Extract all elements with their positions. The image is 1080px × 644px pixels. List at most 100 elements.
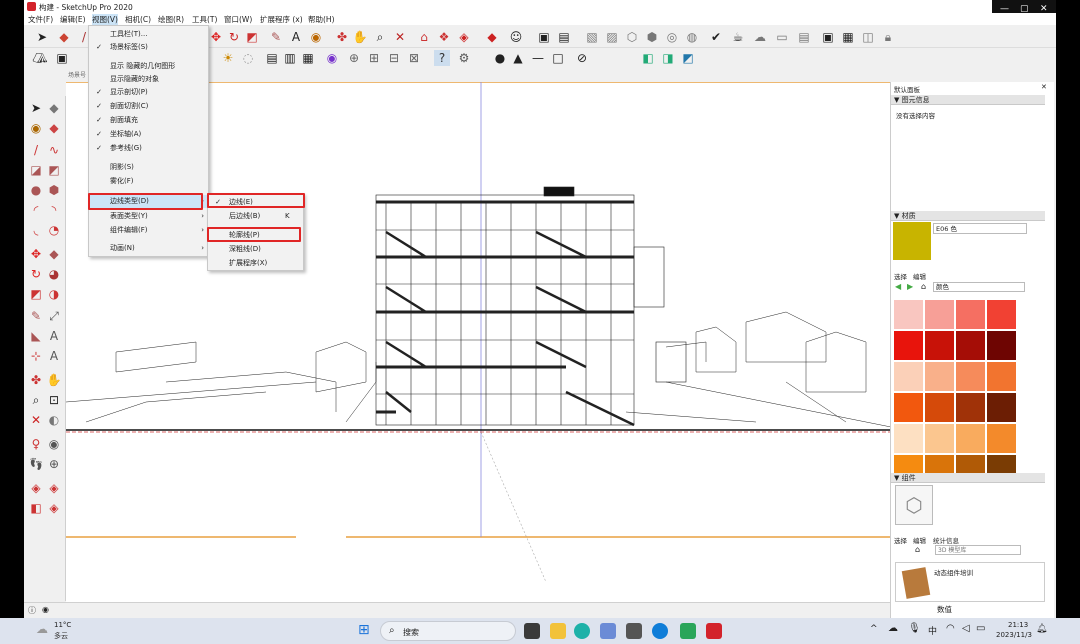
submenu-item-back-edges[interactable]: 后边线(B) K bbox=[208, 210, 303, 223]
camera-icon[interactable]: ▭ bbox=[774, 29, 790, 45]
color-swatch[interactable] bbox=[894, 424, 923, 453]
tray-close-icon[interactable]: ✕ bbox=[1041, 83, 1047, 91]
color-swatch[interactable] bbox=[987, 300, 1016, 329]
color-swatch[interactable] bbox=[987, 331, 1016, 360]
render-icon[interactable]: ◨ bbox=[660, 50, 676, 66]
arc-icon[interactable]: ◜ bbox=[28, 202, 44, 218]
polygon-icon[interactable]: ⬢ bbox=[46, 182, 62, 198]
rotated-rect-icon[interactable]: ◩ bbox=[46, 162, 62, 178]
home-icon[interactable]: ⌂ bbox=[921, 282, 926, 291]
zoom-tool-icon[interactable]: ⌕ bbox=[28, 392, 44, 408]
make-component-icon[interactable]: ◆ bbox=[46, 100, 62, 116]
color-swatch[interactable] bbox=[956, 300, 985, 329]
share-icon[interactable]: ◈ bbox=[46, 480, 62, 496]
material-name-field[interactable]: E06 色 bbox=[933, 223, 1027, 234]
select-icon[interactable]: ➤ bbox=[28, 100, 44, 116]
follow-me-icon[interactable]: ◕ bbox=[46, 266, 62, 282]
color-swatch[interactable] bbox=[987, 424, 1016, 453]
arc-2-icon[interactable]: ◝ bbox=[46, 202, 62, 218]
match-photo-icon[interactable]: ▤ bbox=[264, 50, 280, 66]
position-camera-icon[interactable]: ♀ bbox=[28, 436, 44, 452]
hidden-line-icon[interactable]: ⬢ bbox=[644, 29, 660, 45]
edge-icon[interactable] bbox=[574, 623, 590, 639]
plugin-c-icon[interactable]: ⊕ bbox=[346, 50, 362, 66]
send-layout-icon[interactable]: ◈ bbox=[46, 500, 62, 516]
material-library-select[interactable]: 颜色 bbox=[933, 282, 1025, 292]
sun-icon[interactable]: ☀ bbox=[220, 50, 236, 66]
fog-icon[interactable]: ◌ bbox=[240, 50, 256, 66]
components-search-input[interactable] bbox=[935, 545, 1021, 555]
color-swatch[interactable] bbox=[987, 393, 1016, 422]
color-swatch[interactable] bbox=[925, 331, 954, 360]
menu-item-fog[interactable]: 雾化(F) bbox=[89, 175, 208, 188]
materials-tab-edit[interactable]: 编辑 bbox=[913, 271, 926, 281]
section-tool-icon[interactable]: ⊕ bbox=[46, 456, 62, 472]
help-icon[interactable]: ? bbox=[434, 50, 450, 66]
print-icon[interactable]: ▤ bbox=[796, 29, 812, 45]
color-swatch[interactable] bbox=[894, 331, 923, 360]
ruby-console-icon[interactable]: ▥ bbox=[282, 50, 298, 66]
menu-extensions[interactable]: 扩展程序 (x) bbox=[260, 14, 303, 25]
color-swatch[interactable] bbox=[956, 455, 985, 473]
color-swatch[interactable] bbox=[956, 362, 985, 391]
warehouse-tool-icon[interactable]: ◈ bbox=[28, 480, 44, 496]
color-swatch[interactable] bbox=[894, 362, 923, 391]
pan-icon[interactable]: ✋ bbox=[352, 29, 368, 45]
plugin-b-icon[interactable]: ◉ bbox=[324, 50, 340, 66]
wireframe-icon[interactable]: ⬡ bbox=[624, 29, 640, 45]
battery-icon[interactable]: ▭ bbox=[976, 623, 985, 634]
submenu-item-extension[interactable]: 扩展程序(X) bbox=[208, 257, 303, 270]
xray-icon[interactable]: ▧ bbox=[584, 29, 600, 45]
menu-item-animation[interactable]: 动画(N) › bbox=[89, 242, 208, 255]
ime-indicator[interactable]: 中 bbox=[928, 624, 937, 637]
plugin-d-icon[interactable]: ⊞ bbox=[366, 50, 382, 66]
shaded-icon[interactable]: ◎ bbox=[664, 29, 680, 45]
arc-3-icon[interactable]: ◟ bbox=[28, 222, 44, 238]
submenu-item-depth-cue[interactable]: 深粗线(D) bbox=[208, 243, 303, 256]
eraser-icon[interactable]: ◆ bbox=[46, 120, 62, 136]
mic-icon[interactable]: 🎙︎ bbox=[908, 623, 921, 634]
lock-icon[interactable]: 🔒︎ bbox=[880, 29, 896, 45]
image-icon[interactable]: ◫ bbox=[860, 29, 876, 45]
notification-icon[interactable]: 🔔︎ bbox=[1036, 624, 1047, 634]
status-geo-icon[interactable]: ◉ bbox=[42, 605, 49, 614]
paint-icon[interactable]: ◉ bbox=[28, 120, 44, 136]
orbit-icon[interactable]: ✤ bbox=[334, 29, 350, 45]
clock-time[interactable]: 21:13 bbox=[1008, 621, 1028, 629]
window-icon[interactable]: ▣ bbox=[820, 29, 836, 45]
menu-draw[interactable]: 绘图(R) bbox=[158, 14, 184, 25]
point-icon[interactable]: ● bbox=[492, 50, 508, 66]
entity-info-header[interactable]: ▼ 图元信息 bbox=[891, 95, 1045, 105]
ie-icon[interactable] bbox=[652, 623, 668, 639]
task-view-icon[interactable] bbox=[524, 623, 540, 639]
menu-tools[interactable]: 工具(T) bbox=[192, 14, 217, 25]
menu-item-hidden-objects[interactable]: 显示隐藏的对象 bbox=[89, 73, 208, 86]
styles-icon[interactable]: ▣ bbox=[536, 29, 552, 45]
move-tool-icon[interactable]: ✥ bbox=[208, 29, 224, 45]
scale-tool-icon[interactable]: ◩ bbox=[244, 29, 260, 45]
select-tool-icon[interactable]: ➤ bbox=[34, 29, 50, 45]
scale-icon[interactable]: ◩ bbox=[28, 286, 44, 302]
sketchup-taskbar-icon[interactable] bbox=[706, 623, 722, 639]
component-list-item[interactable]: 动态组件培训 bbox=[895, 562, 1045, 602]
monochrome-icon[interactable]: ✔ bbox=[708, 29, 724, 45]
cloud-tray-icon[interactable]: ☁ bbox=[888, 623, 898, 634]
move-icon[interactable]: ✥ bbox=[28, 246, 44, 262]
sandbox-icon[interactable]: ⛺︎ bbox=[32, 50, 48, 66]
cloud-render-icon[interactable]: ◩ bbox=[680, 50, 696, 66]
styles-2-icon[interactable]: ▤ bbox=[556, 29, 572, 45]
look-around-icon[interactable]: ◉ bbox=[46, 436, 62, 452]
menu-item-face-style[interactable]: 表面类型(Y) › bbox=[89, 210, 208, 223]
textured-icon[interactable]: ◍ bbox=[684, 29, 700, 45]
zoom-extents-tool-icon[interactable]: ✕ bbox=[28, 412, 44, 428]
forward-arrow-icon[interactable]: ▶ bbox=[907, 282, 913, 291]
materials-header[interactable]: ▼ 材质 bbox=[891, 211, 1045, 221]
color-swatch[interactable] bbox=[925, 393, 954, 422]
app-icon[interactable] bbox=[626, 623, 642, 639]
push-pull-icon[interactable]: ◆ bbox=[46, 246, 62, 262]
cloud-icon[interactable]: ☁ bbox=[752, 29, 768, 45]
orbit-tool-icon[interactable]: ✤ bbox=[28, 372, 44, 388]
eraser-tool-icon[interactable]: ◆ bbox=[56, 29, 72, 45]
dimension-icon[interactable]: A bbox=[288, 29, 304, 45]
zoom-icon[interactable]: ⌕ bbox=[372, 29, 388, 45]
